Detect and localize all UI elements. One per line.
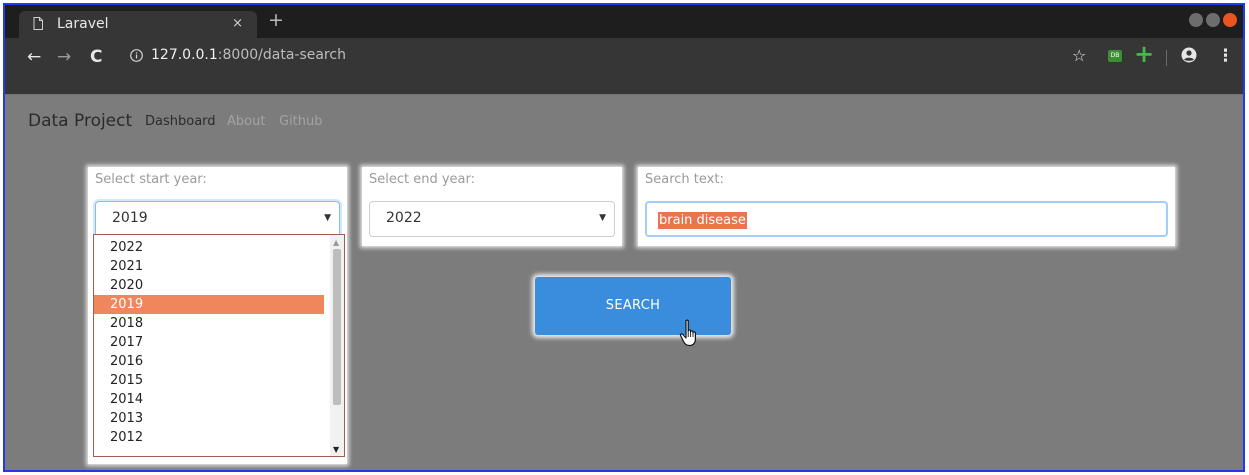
search-text-label: Search text:	[645, 172, 724, 187]
chevron-down-icon: ▼	[599, 213, 606, 223]
minimize-button[interactable]	[1189, 13, 1203, 27]
browser-tab[interactable]: Laravel ×	[19, 11, 257, 38]
dropdown-option[interactable]: 2013	[94, 409, 324, 428]
window-controls	[1189, 13, 1237, 27]
menu-icon[interactable]: ⋮	[1217, 46, 1234, 66]
brand-link[interactable]: Data Project	[28, 111, 132, 131]
end-year-select[interactable]: 2022 ▼	[369, 201, 615, 237]
tab-title: Laravel	[57, 16, 109, 32]
database-icon[interactable]: DB	[1108, 50, 1122, 62]
info-icon[interactable]	[130, 49, 143, 62]
star-icon[interactable]: ☆	[1072, 46, 1086, 65]
close-window-button[interactable]	[1223, 13, 1237, 27]
scroll-up-icon[interactable]: ▲	[333, 238, 339, 247]
back-button[interactable]: ←	[27, 47, 41, 67]
dropdown-option[interactable]: 2014	[94, 390, 324, 409]
chevron-down-icon: ▼	[324, 213, 331, 223]
dropdown-option[interactable]: 2012	[94, 428, 324, 447]
start-year-value: 2019	[112, 210, 148, 226]
start-year-select[interactable]: 2019 ▼	[95, 201, 340, 237]
dropdown-option[interactable]: 2015	[94, 371, 324, 390]
start-year-label: Select start year:	[95, 172, 207, 187]
dropdown-option[interactable]: 2022	[94, 238, 324, 257]
dropdown-option[interactable]: 2017	[94, 333, 324, 352]
nav-about[interactable]: About	[227, 114, 265, 129]
dropdown-option[interactable]: 2020	[94, 276, 324, 295]
dropdown-option-selected[interactable]: 2019	[94, 295, 324, 314]
end-year-value: 2022	[386, 210, 422, 226]
plus-icon[interactable]: +	[1134, 41, 1154, 67]
search-text-card: Search text: brain disease	[638, 167, 1175, 246]
file-icon	[33, 17, 43, 30]
toolbar-separator	[1166, 50, 1167, 66]
end-year-label: Select end year:	[369, 172, 476, 187]
new-tab-button[interactable]: +	[268, 10, 284, 30]
search-input[interactable]: brain disease	[645, 201, 1168, 237]
forward-button[interactable]: →	[57, 47, 71, 67]
hand-cursor-icon	[679, 319, 696, 347]
maximize-button[interactable]	[1206, 13, 1220, 27]
tab-close-icon[interactable]: ×	[232, 16, 243, 31]
url-host: 127.0.0.1	[151, 47, 218, 63]
nav-github[interactable]: Github	[279, 114, 323, 129]
profile-icon[interactable]	[1181, 47, 1197, 63]
scroll-down-icon[interactable]: ▼	[333, 445, 339, 454]
tab-bar: Laravel × +	[5, 5, 1243, 38]
dropdown-option[interactable]: 2021	[94, 257, 324, 276]
url-field[interactable]: 127.0.0.1:8000/data-search	[151, 47, 346, 63]
nav-dashboard[interactable]: Dashboard	[145, 114, 216, 129]
scroll-thumb[interactable]	[333, 249, 341, 405]
start-year-dropdown[interactable]: 2022 2021 2020 2019 2018 2017 2016 2015 …	[93, 234, 345, 457]
search-button[interactable]: SEARCH	[535, 277, 731, 335]
end-year-card: Select end year: 2022 ▼	[362, 167, 622, 246]
dropdown-scrollbar[interactable]: ▲ ▼	[330, 235, 344, 456]
site-navbar: Data Project Dashboard About Github	[5, 94, 1243, 150]
browser-window: Laravel × + ← → C 127.0.0.1:8000/data-se…	[3, 3, 1245, 472]
url-path: :8000/data-search	[217, 47, 346, 63]
search-input-value: brain disease	[658, 212, 747, 229]
reload-button[interactable]: C	[90, 47, 102, 67]
address-bar: ← → C 127.0.0.1:8000/data-search ☆ DB + …	[5, 38, 1243, 94]
dropdown-option[interactable]: 2018	[94, 314, 324, 333]
dropdown-option[interactable]: 2016	[94, 352, 324, 371]
